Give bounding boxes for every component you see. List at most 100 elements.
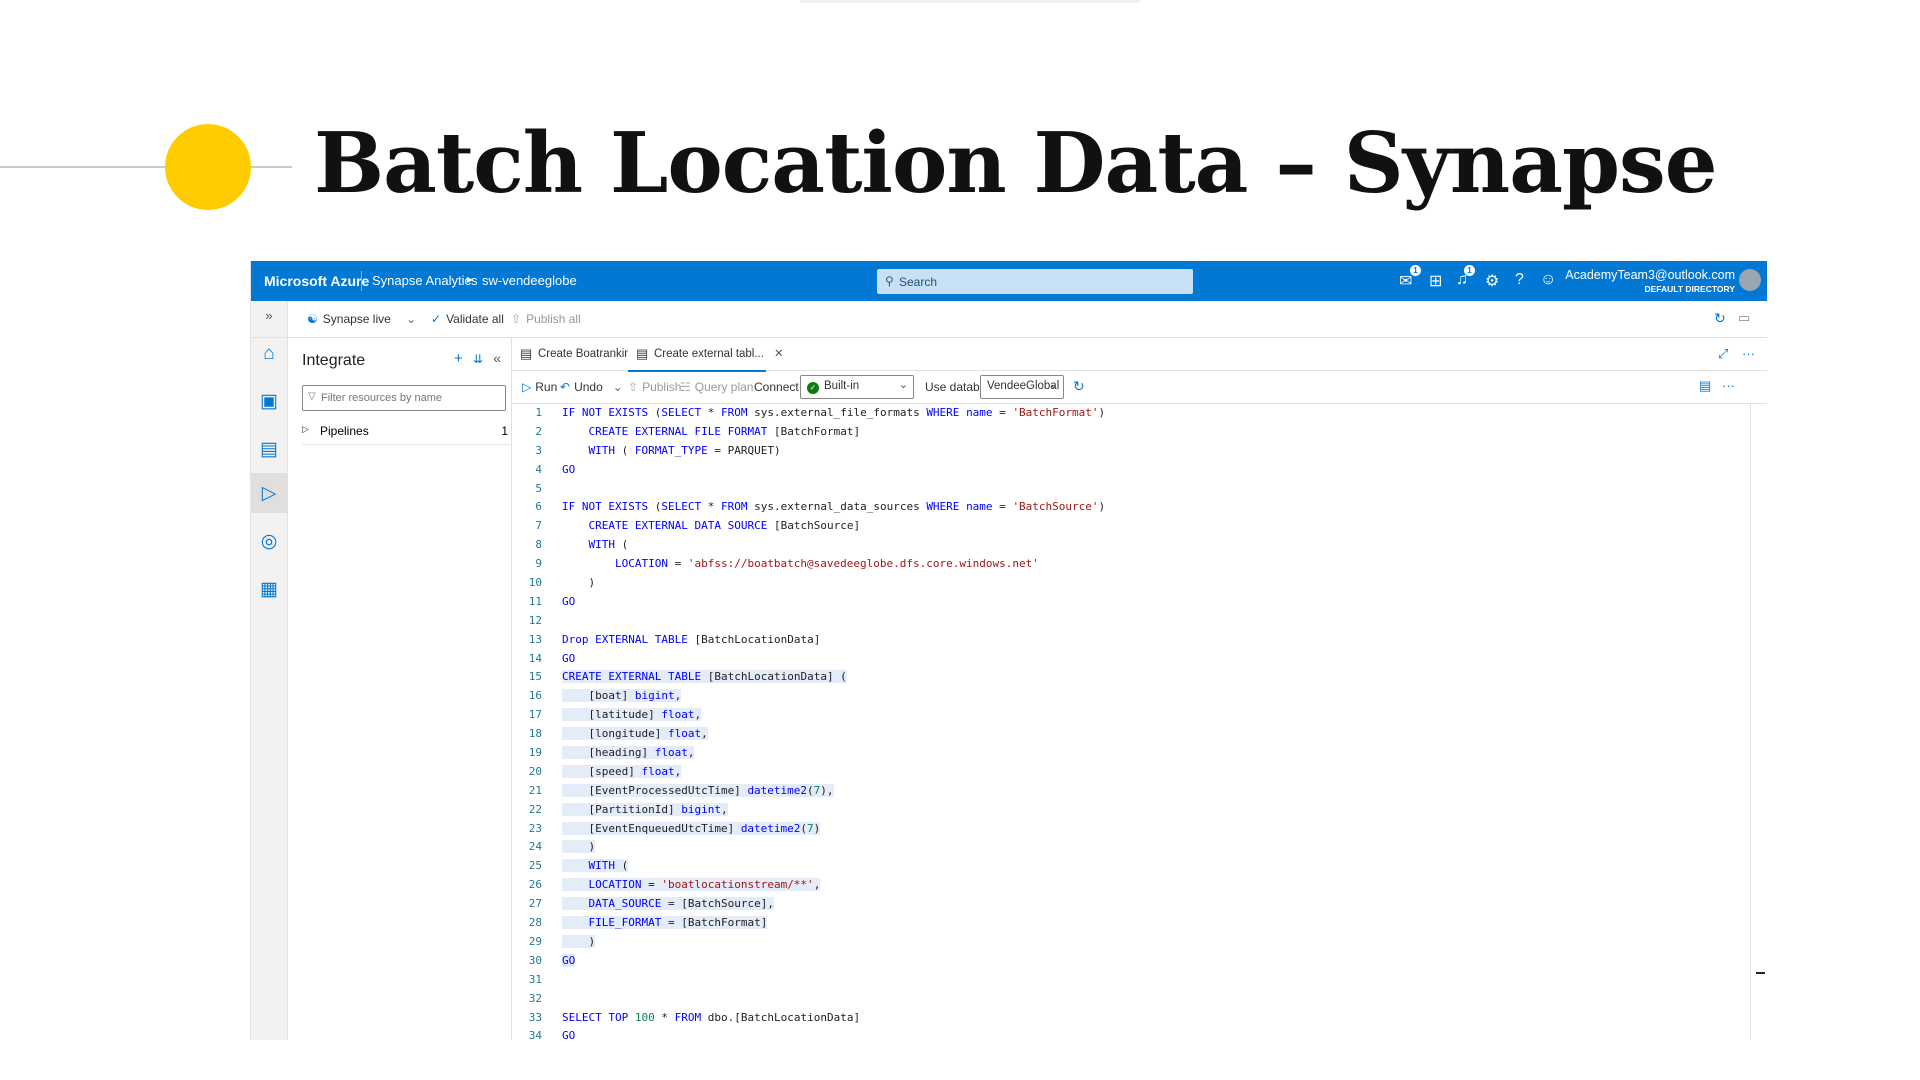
editor-scrollbar[interactable] <box>1750 404 1751 1040</box>
undo-icon: ↶ <box>560 380 571 394</box>
line-number: 2 <box>535 424 542 438</box>
discard-icon[interactable]: ▭ <box>1738 310 1750 326</box>
code-line[interactable]: 28 FILE_FORMAT = [BatchFormat] <box>512 914 1752 933</box>
publish-label: Publish <box>642 380 682 394</box>
validate-all-button[interactable]: ✓ Validate all <box>431 312 504 326</box>
run-button[interactable]: ▷ Run <box>522 380 557 394</box>
code-line[interactable]: 18 [longitude] float, <box>512 725 1752 744</box>
manage-icon[interactable]: ▦ <box>258 579 280 601</box>
tree-item-count: 1 <box>501 424 508 438</box>
code-line[interactable]: 8 WITH ( <box>512 536 1752 555</box>
expand-editor-icon[interactable]: ⤢ <box>1718 346 1728 361</box>
code-line[interactable]: 19 [heading] float, <box>512 744 1752 763</box>
expand-icon: ▷ <box>302 424 309 434</box>
code-line[interactable]: 10 ) <box>512 574 1752 593</box>
settings-gear-icon[interactable]: ⚙ <box>1485 271 1499 291</box>
code-line[interactable]: 16 [boat] bigint, <box>512 687 1752 706</box>
collapse-panel-icon[interactable]: « <box>493 350 501 366</box>
code-line[interactable]: 24 ) <box>512 838 1752 857</box>
refresh-database-icon[interactable]: ↻ <box>1073 378 1085 395</box>
search-input[interactable]: ⚲ Search <box>877 269 1193 294</box>
code-line[interactable]: 6 IF NOT EXISTS (SELECT * FROM sys.extern… <box>512 498 1752 517</box>
more-options-icon[interactable]: ··· <box>1742 346 1755 361</box>
add-resource-icon[interactable]: + <box>454 350 463 367</box>
properties-icon[interactable]: ▤ <box>1699 378 1711 394</box>
code-line[interactable]: 3 WITH ( FORMAT_TYPE = PARQUET) <box>512 442 1752 461</box>
tab-create-external-table[interactable]: ▤ Create external tabl... ✕ <box>628 338 784 372</box>
code-line[interactable]: 13 Drop EXTERNAL TABLE [BatchLocationData… <box>512 631 1752 650</box>
code-line[interactable]: 4 GO <box>512 461 1752 480</box>
code-line[interactable]: 15 CREATE EXTERNAL TABLE [BatchLocationDa… <box>512 668 1752 687</box>
azure-brand[interactable]: Microsoft Azure <box>264 273 369 289</box>
code-line[interactable]: 12 <box>512 612 1752 631</box>
line-number: 21 <box>528 783 542 797</box>
scrollbar-marker <box>1756 972 1765 974</box>
run-label: Run <box>535 380 558 394</box>
home-icon[interactable]: ⌂ <box>258 343 280 365</box>
filter-input[interactable]: ▽ Filter resources by name <box>302 385 506 411</box>
code-line[interactable]: 32 <box>512 990 1752 1009</box>
line-number: 9 <box>535 557 542 571</box>
breadcrumb-workspace[interactable]: sw-vendeeglobe <box>482 273 577 288</box>
connect-to-value: ✓ Built-in <box>807 380 859 394</box>
avatar[interactable] <box>1739 269 1761 291</box>
more-options-icon[interactable]: ··· <box>1722 378 1735 393</box>
code-line[interactable]: 2 CREATE EXTERNAL FILE FORMAT [BatchForm… <box>512 423 1752 442</box>
code-line[interactable]: 17 [latitude] float, <box>512 706 1752 725</box>
code-text: GO <box>562 462 576 476</box>
chevron-down-icon: ⌄ <box>612 380 623 394</box>
sql-script-icon: ▤ <box>636 346 649 361</box>
code-line[interactable]: 1 IF NOT EXISTS (SELECT * FROM sys.extern… <box>512 404 1752 423</box>
code-line[interactable]: 33 SELECT TOP 100 * FROM dbo.[BatchLocati… <box>512 1009 1752 1028</box>
help-icon[interactable]: ? <box>1515 271 1524 289</box>
directory-switch-icon[interactable]: ⊞ <box>1429 271 1442 291</box>
user-feedback-icon[interactable]: ☺ <box>1540 271 1556 289</box>
code-line[interactable]: 25 WITH ( <box>512 857 1752 876</box>
code-line[interactable]: 14 GO <box>512 650 1752 669</box>
code-line[interactable]: 34 GO <box>512 1027 1752 1040</box>
code-line[interactable]: 5 <box>512 480 1752 499</box>
integrate-icon[interactable]: ▷ <box>258 483 280 505</box>
code-text: [latitude] float, <box>562 708 702 722</box>
develop-icon[interactable]: ▤ <box>258 439 280 461</box>
code-line[interactable]: 11 GO <box>512 593 1752 612</box>
monitor-icon[interactable]: ◎ <box>258 531 280 553</box>
account-info[interactable]: AcademyTeam3@outlook.com DEFAULT DIRECTO… <box>1565 268 1735 294</box>
query-plan-button[interactable]: ☵ Query plan <box>680 380 753 394</box>
use-database-select[interactable]: VendeeGlobal ⌄ <box>980 375 1064 399</box>
workspace-command-bar: ☯ Synapse live ⌄ ✓ Validate all ⇧ Publish a… <box>251 301 1767 338</box>
breadcrumb-synapse-analytics[interactable]: Synapse Analytics <box>372 273 478 288</box>
refresh-icon[interactable]: ↻ <box>1714 310 1726 327</box>
editor-tabs: ▤ Create Boatranking a... ▤ Create exter… <box>512 338 1767 372</box>
undo-button[interactable]: ↶ Undo ⌄ <box>560 380 623 394</box>
synapse-live-button[interactable]: ☯ Synapse live ⌄ <box>307 312 416 326</box>
account-directory: DEFAULT DIRECTORY <box>1644 284 1735 294</box>
data-icon[interactable]: ▣ <box>258 391 280 413</box>
publish-all-button[interactable]: ⇧ Publish all <box>511 312 581 326</box>
code-line[interactable]: 27 DATA_SOURCE = [BatchSource], <box>512 895 1752 914</box>
code-editor[interactable]: 1 IF NOT EXISTS (SELECT * FROM sys.extern… <box>512 404 1752 1040</box>
code-text: DATA_SOURCE = [BatchSource], <box>562 897 774 911</box>
connect-to-select[interactable]: ✓ Built-in ⌄ <box>800 375 914 399</box>
code-line[interactable]: 9 LOCATION = 'abfss://boatbatch@savedeeg… <box>512 555 1752 574</box>
close-icon[interactable]: ✕ <box>774 348 784 360</box>
code-line[interactable]: 23 [EventEnqueuedUtcTime] datetime2(7) <box>512 820 1752 839</box>
code-text: GO <box>562 953 576 967</box>
line-number: 24 <box>528 840 542 854</box>
code-line[interactable]: 21 [EventProcessedUtcTime] datetime2(7), <box>512 782 1752 801</box>
code-line[interactable]: 7 CREATE EXTERNAL DATA SOURCE [BatchSour… <box>512 517 1752 536</box>
code-text: LOCATION = 'boatlocationstream/**', <box>562 878 821 892</box>
code-line[interactable]: 26 LOCATION = 'boatlocationstream/**', <box>512 876 1752 895</box>
tree-item-pipelines[interactable]: ▷ Pipelines 1 <box>302 420 512 445</box>
code-text: [EventEnqueuedUtcTime] datetime2(7) <box>562 821 821 835</box>
code-line[interactable]: 30 GO <box>512 952 1752 971</box>
code-line[interactable]: 20 [speed] float, <box>512 763 1752 782</box>
account-email: AcademyTeam3@outlook.com <box>1565 268 1735 282</box>
filter-placeholder: Filter resources by name <box>321 392 443 404</box>
publish-all-label: Publish all <box>526 312 581 326</box>
code-line[interactable]: 31 <box>512 971 1752 990</box>
collapse-all-icon[interactable]: ⇊ <box>473 352 483 366</box>
publish-button[interactable]: ⇧ Publish <box>628 380 681 394</box>
code-line[interactable]: 22 [PartitionId] bigint, <box>512 801 1752 820</box>
code-line[interactable]: 29 ) <box>512 933 1752 952</box>
